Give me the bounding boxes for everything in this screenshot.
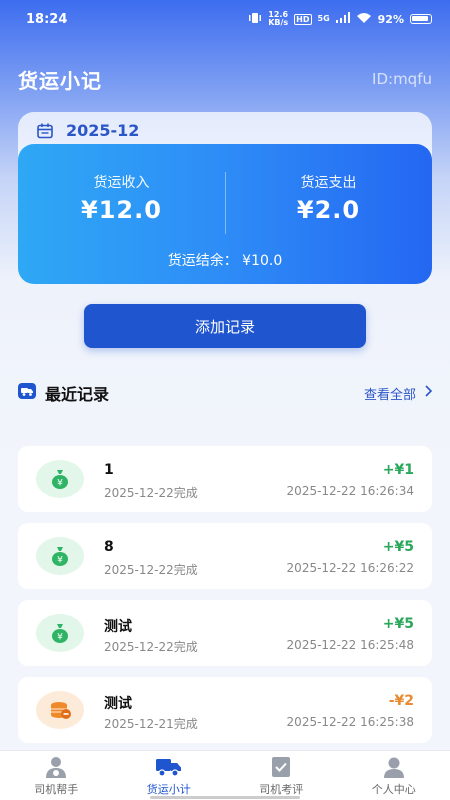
- hd-badge: HD: [294, 13, 312, 25]
- page-title: 货运小记: [18, 68, 102, 93]
- record-status: 2025-12-21完成: [104, 717, 198, 731]
- home-indicator: [150, 796, 300, 799]
- driver-icon: [43, 755, 69, 779]
- record-amount: +¥5: [382, 539, 414, 555]
- recent-section-header: 最近记录 查看全部: [18, 380, 433, 406]
- recent-title-group: 最近记录: [18, 381, 109, 405]
- record-status: 2025-12-22完成: [104, 563, 198, 577]
- record-amount: +¥5: [382, 616, 414, 632]
- status-bar: 18:24 12.6 KB/s HD 5G 92%: [0, 0, 450, 38]
- record-time: 2025-12-22 16:25:38: [286, 715, 414, 729]
- battery-percent: 92%: [377, 12, 404, 26]
- truck-icon: [155, 755, 182, 779]
- network-speed: 12.6 KB/s: [268, 11, 288, 27]
- record-time: 2025-12-22 16:26:22: [286, 561, 414, 575]
- summary-card: 货运收入 ¥12.0 货运支出 ¥2.0 货运结余： ¥10.0: [18, 144, 432, 284]
- recent-title: 最近记录: [45, 385, 110, 404]
- chevron-right-icon: [424, 385, 433, 401]
- income-summary: 货运收入 ¥12.0: [18, 172, 225, 224]
- person-icon: [381, 755, 407, 779]
- record-amount: -¥2: [388, 693, 414, 709]
- vibrate-icon: [248, 12, 262, 27]
- record-status: 2025-12-22完成: [104, 640, 198, 654]
- balance-value: ¥10.0: [242, 253, 283, 269]
- wifi-icon: [356, 12, 372, 27]
- record-amount: +¥1: [382, 462, 414, 478]
- tab-driver-helper[interactable]: 司机帮手: [0, 751, 113, 800]
- user-id: ID:mqfu: [372, 70, 432, 88]
- add-record-button[interactable]: 添加记录: [84, 304, 366, 348]
- record-item[interactable]: ¥ 8 2025-12-22完成 +¥5 2025-12-22 16:26:22: [18, 523, 432, 589]
- status-icons: 12.6 KB/s HD 5G 92%: [248, 11, 432, 27]
- money-bag-icon: ¥: [36, 614, 84, 652]
- tab-driver-review[interactable]: 司机考评: [225, 751, 338, 800]
- tab-label: 司机考评: [259, 783, 304, 796]
- expense-label: 货运支出: [300, 175, 357, 191]
- record-title: 测试: [104, 696, 132, 712]
- svg-text:¥: ¥: [57, 556, 63, 566]
- record-item[interactable]: ¥ 测试 2025-12-22完成 +¥5 2025-12-22 16:25:4…: [18, 600, 432, 666]
- expense-summary: 货运支出 ¥2.0: [225, 172, 432, 224]
- tab-personal-center[interactable]: 个人中心: [338, 751, 450, 800]
- record-item[interactable]: ¥ 1 2025-12-22完成 +¥1 2025-12-22 16:26:34: [18, 446, 432, 512]
- app-header: 货运小记 ID:mqfu: [18, 64, 432, 94]
- tab-label: 个人中心: [371, 783, 416, 796]
- record-title: 1: [104, 462, 114, 478]
- income-label: 货运收入: [93, 175, 150, 191]
- truck-badge-icon: [18, 383, 36, 403]
- tab-label: 货运小计: [146, 783, 191, 796]
- signal-icon: [335, 12, 350, 26]
- battery-icon: [410, 14, 432, 24]
- record-time: 2025-12-22 16:25:48: [286, 638, 414, 652]
- tab-freight-total[interactable]: 货运小计: [113, 751, 226, 800]
- record-title: 测试: [104, 619, 132, 635]
- review-icon: [268, 755, 294, 779]
- status-time: 18:24: [26, 11, 68, 27]
- month-label: 2025-12: [66, 121, 140, 140]
- speed-unit: KB/s: [268, 18, 289, 27]
- record-status: 2025-12-22完成: [104, 486, 198, 500]
- calendar-icon: [36, 122, 54, 144]
- svg-text:¥: ¥: [57, 479, 63, 489]
- record-time: 2025-12-22 16:26:34: [286, 484, 414, 498]
- coin-stack-icon: [36, 691, 84, 729]
- money-bag-icon: ¥: [36, 460, 84, 498]
- record-title: 8: [104, 539, 114, 555]
- money-bag-icon: ¥: [36, 537, 84, 575]
- view-all-link[interactable]: 查看全部: [363, 384, 433, 403]
- balance-label: 货运结余：: [167, 253, 238, 269]
- expense-value: ¥2.0: [296, 196, 361, 224]
- net-type: 5G: [317, 14, 330, 23]
- view-all-label: 查看全部: [363, 387, 416, 403]
- bottom-tab-bar: 司机帮手 货运小计 司机考评 个人中心: [0, 750, 450, 800]
- balance-line: 货运结余： ¥10.0: [18, 250, 432, 270]
- tab-label: 司机帮手: [34, 783, 79, 796]
- svg-text:¥: ¥: [57, 633, 63, 643]
- record-item[interactable]: 测试 2025-12-21完成 -¥2 2025-12-22 16:25:38: [18, 677, 432, 743]
- income-value: ¥12.0: [81, 196, 162, 224]
